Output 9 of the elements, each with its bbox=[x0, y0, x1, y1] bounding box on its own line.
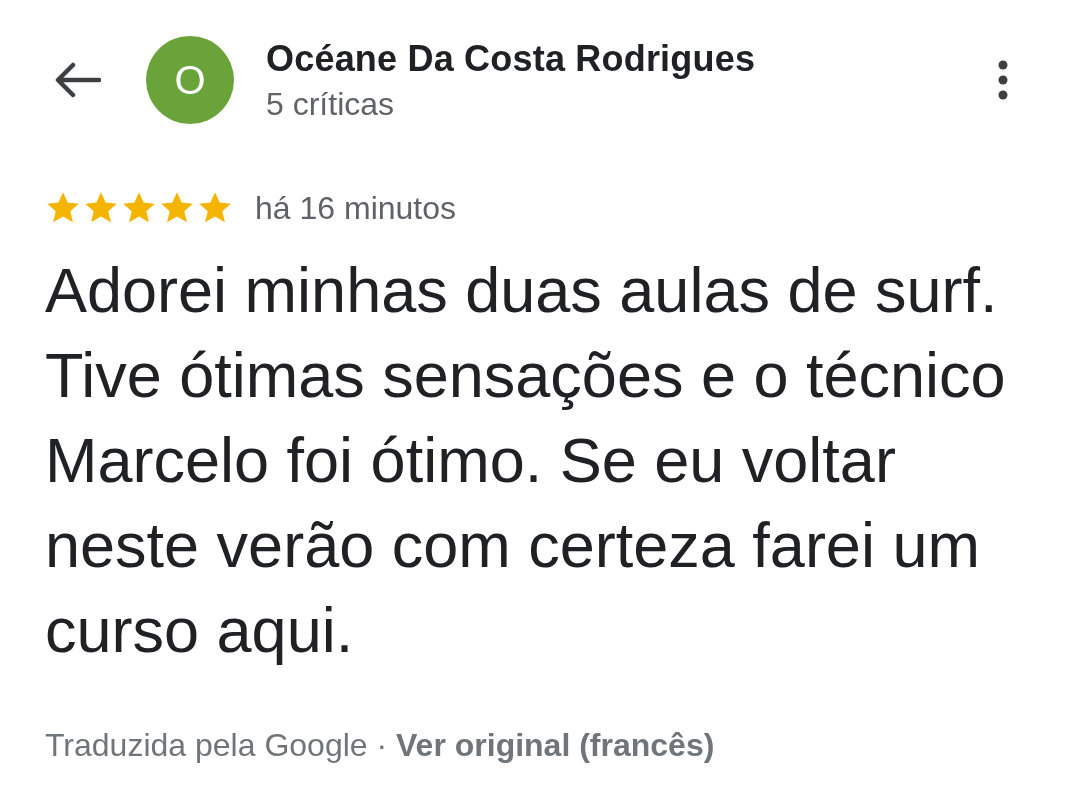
view-original-link[interactable]: Ver original (francês) bbox=[396, 727, 715, 763]
translation-note: Traduzida pela Google · Ver original (francês) bbox=[45, 727, 716, 764]
avatar: O bbox=[146, 36, 234, 124]
review-count: 5 críticas bbox=[266, 85, 396, 123]
back-arrow-icon[interactable] bbox=[53, 62, 101, 98]
review-text: Adorei minhas duas aulas de surf. Tive ótimas sensações e o técnico Marcelo foi ótimo. Se eu voltar neste verão com certeza farei um curso aqui. bbox=[45, 254, 1007, 667]
reviewer-name: Océane Da Costa Rodrigues bbox=[266, 37, 757, 80]
review-time: há 16 minutos bbox=[255, 189, 456, 227]
more-options-icon[interactable] bbox=[998, 60, 1008, 100]
